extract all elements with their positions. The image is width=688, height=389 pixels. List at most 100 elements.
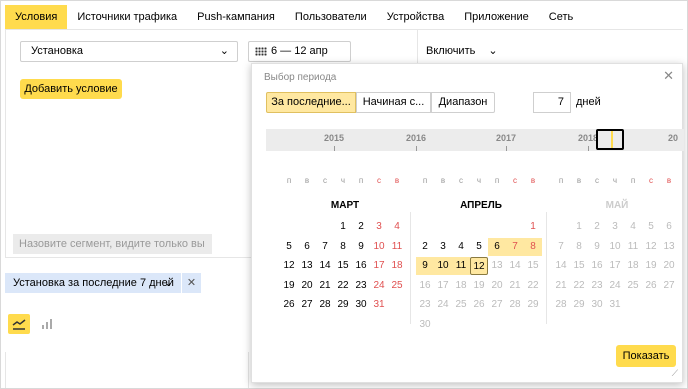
weekday-label: п xyxy=(494,176,500,185)
bar-chart-icon xyxy=(42,319,52,329)
tab-item[interactable]: Пользователи xyxy=(285,5,377,29)
calendar-day[interactable]: 19 xyxy=(280,277,298,295)
mode-last-n[interactable]: За последние... xyxy=(266,92,356,113)
timeline-year: 2015 xyxy=(324,133,345,143)
calendar-day[interactable]: 13 xyxy=(298,257,316,275)
calendar-day: 17 xyxy=(609,260,621,271)
enable-label: Включить xyxy=(426,45,476,57)
period-picker-popup: Выбор периода ✕ За последние... Начиная … xyxy=(251,63,684,383)
calendar-day[interactable]: 24 xyxy=(370,277,388,295)
calendar-day: 15 xyxy=(527,260,539,271)
calendar-day[interactable]: 11 xyxy=(452,257,470,275)
remove-filter-button[interactable]: ✕ xyxy=(181,273,201,293)
calendar-day[interactable]: 25 xyxy=(388,277,406,295)
calendar-day[interactable]: 29 xyxy=(334,296,352,314)
weekday-label: в xyxy=(530,176,536,185)
calendar-day[interactable]: 31 xyxy=(370,296,388,314)
calendar-day[interactable]: 9 xyxy=(352,238,370,256)
chevron-down-icon: ⌄ xyxy=(219,45,229,57)
calendar-day: 11 xyxy=(627,240,639,252)
tab-item[interactable]: Условия xyxy=(5,5,68,29)
calendar-day[interactable]: 8 xyxy=(524,237,542,256)
date-range-button[interactable]: 6 — 12 апр 2018 xyxy=(248,41,351,76)
weekday-label: в xyxy=(440,176,446,185)
calendar-day[interactable]: 28 xyxy=(316,296,334,314)
calendar-day[interactable]: 27 xyxy=(298,296,316,314)
calendar-day[interactable]: 9 xyxy=(416,257,434,275)
calendar-day[interactable]: 14 xyxy=(316,257,334,275)
weekday-label: ч xyxy=(340,176,346,185)
tab-item[interactable]: Push-кампания xyxy=(187,5,285,29)
calendar-day[interactable]: 6 xyxy=(298,238,316,256)
calendar-day[interactable]: 12 xyxy=(280,257,298,275)
calendar-day[interactable]: 30 xyxy=(352,296,370,314)
close-icon[interactable]: ✕ xyxy=(663,68,674,84)
line-chart-toggle[interactable] xyxy=(8,314,30,334)
calendar-day[interactable]: 1 xyxy=(524,218,542,236)
calendar-day: 23 xyxy=(419,299,431,310)
calendar-day[interactable]: 26 xyxy=(280,296,298,314)
calendar-day[interactable]: 2 xyxy=(352,218,370,236)
mode-since[interactable]: Начиная с... xyxy=(356,92,431,113)
enable-dropdown[interactable]: Включить ⌄ xyxy=(426,41,498,62)
calendar-day[interactable]: 10 xyxy=(370,238,388,256)
weekday-label: с xyxy=(323,176,327,185)
calendar-day[interactable]: 18 xyxy=(388,257,406,275)
calendar-day[interactable]: 5 xyxy=(470,238,488,256)
year-timeline[interactable]: 2015 2016 2017 2018 20 xyxy=(266,129,684,151)
timeline-year: 2016 xyxy=(406,133,427,143)
tab-item[interactable]: Устройства xyxy=(377,5,455,29)
show-button[interactable]: Показать xyxy=(616,345,676,367)
condition-select[interactable]: Установка ⌄ xyxy=(20,41,238,62)
calendar-day: 23 xyxy=(591,279,603,291)
calendar-day: 21 xyxy=(509,279,521,291)
calendar-day[interactable]: 3 xyxy=(434,238,452,256)
calendar-day[interactable]: 17 xyxy=(370,257,388,275)
weekday-label: в xyxy=(576,176,582,185)
days-count-input[interactable]: 7 xyxy=(533,92,571,113)
calendar-day[interactable]: 3 xyxy=(370,218,388,236)
line-chart-icon xyxy=(12,319,26,330)
calendar-day: 25 xyxy=(455,299,467,310)
timeline-selection-handle[interactable] xyxy=(596,129,624,150)
calendar-day[interactable]: 12 xyxy=(470,257,488,275)
resize-handle-icon[interactable]: ⟋ xyxy=(672,368,678,379)
calendar-day: 29 xyxy=(573,299,585,310)
add-condition-button[interactable]: Добавить условие xyxy=(20,79,122,99)
filter-chip[interactable]: Установка за последние 7 дней ⌄ xyxy=(5,273,181,293)
tab-item[interactable]: Сеть xyxy=(539,5,583,29)
weekday-label: ч xyxy=(476,176,482,185)
calendar-day: 15 xyxy=(573,260,585,271)
bar-chart-toggle[interactable] xyxy=(37,314,57,334)
filter-chip-label: Установка за последние 7 дней xyxy=(13,277,174,289)
calendar-day[interactable]: 4 xyxy=(452,238,470,256)
calendar-day[interactable]: 21 xyxy=(316,277,334,295)
calendar-day[interactable]: 23 xyxy=(352,277,370,295)
calendar-day: 25 xyxy=(627,279,639,291)
calendar-day[interactable]: 6 xyxy=(488,237,506,256)
calendar-day[interactable]: 1 xyxy=(334,218,352,236)
calendar-day[interactable]: 22 xyxy=(334,277,352,295)
weekday-label: с xyxy=(595,176,599,185)
month-divider xyxy=(410,212,411,324)
calendar-day[interactable]: 5 xyxy=(280,238,298,256)
calendar-day[interactable]: 16 xyxy=(352,257,370,275)
calendar-day[interactable]: 11 xyxy=(388,238,406,256)
tab-item[interactable]: Источники трафика xyxy=(67,5,187,29)
weekday-label: с xyxy=(377,176,381,185)
segment-name-input[interactable]: Назовите сегмент, видите только вы xyxy=(13,234,212,254)
calendar-day[interactable]: 8 xyxy=(334,238,352,256)
calendar-day[interactable]: 7 xyxy=(316,238,334,256)
mode-range[interactable]: Диапазон xyxy=(431,92,495,113)
calendar-day[interactable]: 10 xyxy=(434,257,452,275)
calendar-day[interactable]: 2 xyxy=(416,238,434,256)
calendar-day: 19 xyxy=(473,279,485,291)
calendar-day: 16 xyxy=(591,260,603,271)
tab-item[interactable]: Приложение xyxy=(454,5,539,29)
calendar-day[interactable]: 7 xyxy=(506,237,524,256)
calendar-day[interactable]: 4 xyxy=(388,218,406,236)
calendar-day: 18 xyxy=(455,279,467,291)
calendar-day[interactable]: 15 xyxy=(334,257,352,275)
calendar-day[interactable]: 20 xyxy=(298,277,316,295)
calendar-day: 10 xyxy=(609,240,621,252)
